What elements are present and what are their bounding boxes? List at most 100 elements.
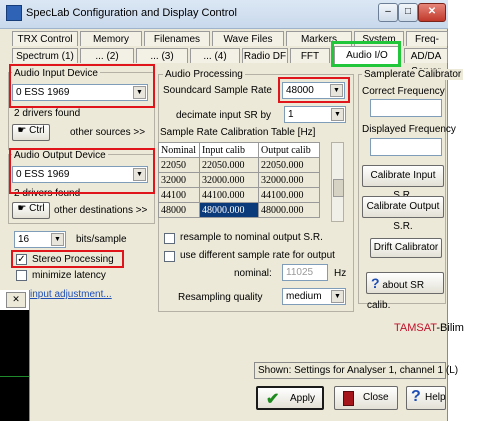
input-drivers-found: 2 drivers found [14, 108, 81, 119]
trace-line [0, 376, 29, 377]
table-cell-selected[interactable]: 48000.000 [199, 202, 259, 218]
table-cell[interactable]: 48000 [158, 202, 200, 218]
spectrum-display [0, 310, 29, 421]
stereo-highlight [11, 250, 124, 268]
tab-spectrum-1[interactable]: Spectrum (1) [12, 48, 78, 63]
different-rate-checkbox[interactable] [164, 251, 175, 262]
table-row[interactable]: 48000 48000.000 48000.000 [158, 202, 320, 218]
bits-value: 16 [18, 234, 30, 245]
close-button[interactable]: Close [334, 386, 398, 410]
table-cell[interactable]: 32000.000 [258, 172, 320, 188]
output-other-destinations-link[interactable]: other destinations >> [54, 205, 147, 216]
table-row[interactable]: 22050 22050.000 22050.000 [158, 157, 320, 173]
tab-spectrum-4[interactable]: ... (4) [190, 48, 240, 63]
app-icon [6, 5, 22, 21]
about-sr-calib-button[interactable]: ? about SR calib. [366, 272, 444, 311]
close-label: Close [363, 392, 389, 403]
hand-icon: ☛ [17, 125, 27, 136]
quality-value: medium [286, 291, 322, 302]
resampling-quality-select[interactable]: medium ▼ [282, 288, 346, 305]
help-label: Help [425, 392, 446, 403]
table-cell[interactable]: 32000.000 [199, 172, 259, 188]
config-window: SpecLab Configuration and Display Contro… [0, 0, 464, 421]
tab-fft[interactable]: FFT [290, 48, 330, 63]
tab-radio-df[interactable]: Radio DF [242, 48, 288, 63]
help-button[interactable]: ? Help [406, 386, 446, 410]
background-window: ✕ [0, 290, 30, 421]
minimize-button[interactable]: – [378, 3, 398, 22]
input-other-sources-link[interactable]: other sources >> [70, 127, 145, 138]
decimate-label: decimate input SR by [176, 110, 272, 121]
table-row[interactable]: 32000 32000.000 32000.000 [158, 172, 320, 188]
brand-part2: -Bilim [436, 322, 464, 334]
shown-status-box: Shown: Settings for Analyser 1, channel … [254, 362, 458, 379]
tab-spectrum-3[interactable]: ... (3) [136, 48, 188, 63]
tab-freq-resp[interactable]: Freq-Resp [406, 31, 448, 60]
table-header: Nominal [158, 142, 200, 158]
sample-rate-highlight [278, 77, 350, 103]
different-rate-label: use different sample rate for output [180, 250, 335, 261]
calibrate-input-button[interactable]: Calibrate Input S.R. [362, 165, 444, 201]
scrollbar-thumb[interactable] [333, 179, 344, 197]
table-cell[interactable]: 32000 [158, 172, 200, 188]
window-title: SpecLab Configuration and Display Contro… [26, 7, 237, 19]
tab-wave-files[interactable]: Wave Files [212, 31, 284, 46]
chevron-down-icon: ▼ [331, 108, 344, 121]
brand-part1: TAMSAT [394, 322, 437, 334]
input-ctrl-button[interactable]: ☛ Ctrl [12, 124, 50, 141]
title-bar[interactable]: SpecLab Configuration and Display Contro… [0, 0, 448, 29]
tab-memory[interactable]: Memory [80, 31, 142, 46]
table-header: Output calib [258, 142, 320, 158]
tab-trx-control[interactable]: TRX Control [12, 31, 78, 46]
minimize-latency-checkbox[interactable] [16, 270, 27, 281]
table-cell[interactable]: 22050.000 [199, 157, 259, 173]
nominal-unit: Hz [334, 268, 347, 279]
calibrator-label: Samplerate Calibrator [362, 69, 464, 80]
tab-spectrum-2[interactable]: ... (2) [80, 48, 134, 63]
calibration-table[interactable]: Nominal Input calib Output calib 22050 2… [158, 142, 320, 218]
table-row[interactable]: 44100 44100.000 44100.000 [158, 187, 320, 203]
checkmark-icon: ✔ [266, 391, 280, 408]
bits-per-sample-select[interactable]: 16 ▼ [14, 231, 66, 248]
resample-label: resample to nominal output S.R. [180, 232, 323, 243]
table-cell[interactable]: 22050 [158, 157, 200, 173]
sample-rate-label: Soundcard Sample Rate [163, 85, 272, 96]
displayed-frequency-input[interactable] [370, 138, 442, 156]
input-adjustment-link[interactable]: input adjustment... [30, 289, 112, 300]
bits-label: bits/sample [76, 234, 127, 245]
close-icon[interactable]: ✕ [6, 292, 26, 308]
resample-checkbox[interactable] [164, 233, 175, 244]
table-scrollbar[interactable] [331, 142, 344, 222]
apply-label: Apply [290, 393, 316, 404]
tab-filenames[interactable]: Filenames [144, 31, 210, 46]
apply-button[interactable]: ✔ Apply [256, 386, 324, 410]
correct-frequency-label: Correct Frequency [362, 86, 445, 97]
calibrate-output-button[interactable]: Calibrate Output S.R. [362, 196, 444, 232]
tab-ad-da-server[interactable]: AD/DA Server [404, 48, 448, 77]
audio-io-highlight [331, 41, 401, 67]
table-cell[interactable]: 44100.000 [258, 187, 320, 203]
table-cell[interactable]: 44100 [158, 187, 200, 203]
table-cell[interactable]: 44100.000 [199, 187, 259, 203]
brand-text: TAMSAT-Bilim [394, 322, 464, 334]
help-question-icon: ? [371, 275, 380, 291]
nominal-input[interactable]: 11025 [282, 264, 328, 281]
nominal-value: 11025 [286, 267, 314, 278]
maximize-button[interactable]: □ [398, 3, 418, 22]
table-cell[interactable]: 48000.000 [258, 202, 320, 218]
correct-frequency-input[interactable] [370, 99, 442, 117]
table-cell[interactable]: 22050.000 [258, 157, 320, 173]
close-window-button[interactable]: ✕ [418, 3, 446, 22]
drift-calibrator-button[interactable]: Drift Calibrator [370, 238, 442, 258]
input-device-highlight [9, 64, 155, 108]
decimate-select[interactable]: 1 ▼ [284, 106, 346, 123]
input-ctrl-label: Ctrl [29, 125, 45, 136]
output-ctrl-label: Ctrl [29, 203, 45, 214]
output-ctrl-button[interactable]: ☛ Ctrl [12, 202, 50, 219]
output-device-highlight [9, 148, 155, 194]
calibration-table-title: Sample Rate Calibration Table [Hz] [160, 127, 316, 138]
door-icon [343, 391, 354, 406]
decimate-value: 1 [288, 109, 294, 120]
hand-icon: ☛ [17, 203, 27, 214]
shown-status-text: Shown: Settings for Analyser 1, channel … [258, 365, 459, 376]
